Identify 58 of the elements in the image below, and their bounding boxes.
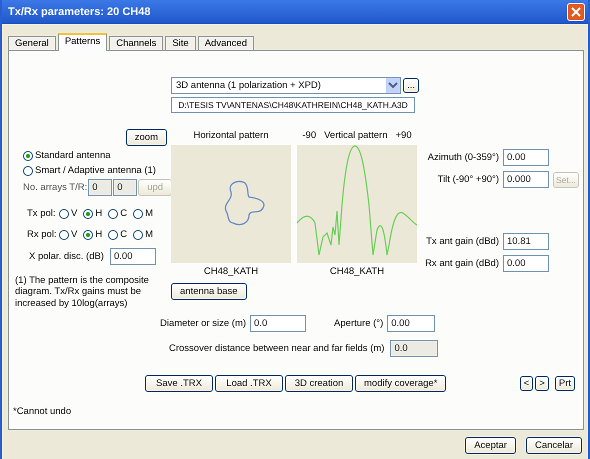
polarization-radio[interactable]: V [59,208,78,219]
nav-button[interactable]: < [520,376,534,392]
action-button[interactable]: modify coverage* [355,375,446,392]
value-field[interactable]: 0.000 [503,171,549,188]
action-button[interactable]: 3D creation [285,375,353,392]
aperture-field[interactable]: 0.00 [387,315,436,332]
antenna-mode-radio[interactable]: Standard antenna [23,150,167,161]
action-button[interactable]: Save .TRX [145,375,213,392]
field-label: Azimuth (0-359°) [426,152,499,163]
x-polar-field[interactable]: 0.00 [110,248,156,265]
field-label: Tx ant gain (dBd) [425,236,499,247]
polarization-radio[interactable]: V [59,229,78,240]
antenna-type-dropdown[interactable]: 3D antenna (1 polarization + XPD) [171,77,402,94]
value-field[interactable]: 0.00 [503,255,549,272]
diameter-label: Diameter or size (m) [160,318,246,330]
tab[interactable]: Advanced [198,36,254,51]
chevron-down-icon [386,78,400,93]
field-label: Tilt (-90° +90°) [436,174,499,185]
polarization-radio[interactable]: C [108,208,128,219]
crossover-label: Crossover distance between near and far fields (m) [169,343,384,354]
nav-button[interactable]: > [535,376,549,392]
polarization-radio[interactable]: M [133,229,154,240]
axis-label: -90 [302,130,316,141]
arrays-label: No. arrays T/R: [23,182,88,193]
tab[interactable]: General [8,36,56,51]
browse-button[interactable]: ... [403,78,419,93]
value-field[interactable]: 10.81 [503,233,549,250]
file-path-field[interactable]: D:\TESIS TV\ANTENAS\CH48\KATHREIN\CH48_KATH.A3D [171,97,415,113]
action-button[interactable]: Load .TRX [215,375,283,392]
plot-caption: CH48_KATH [328,265,386,277]
dialog-button[interactable]: Aceptar [465,437,516,454]
polarization-label: Tx pol: [27,208,53,219]
nav-button[interactable]: Prt [554,376,575,392]
diameter-field[interactable]: 0.0 [250,315,306,332]
polarization-radio[interactable]: C [108,229,128,240]
aperture-label: Aperture (°) [334,318,384,330]
axis-label: +90 [395,130,412,141]
tab[interactable]: Channels [109,36,164,51]
polarization-radio[interactable]: H [83,229,102,240]
plot-title: Vertical pattern [324,130,388,141]
antenna-mode-radio[interactable]: Smart / Adaptive antenna (1) [23,165,167,176]
field-label: Rx ant gain (dBd) [424,258,499,269]
value-field[interactable]: 0.00 [503,149,549,166]
polarization-radio[interactable]: M [133,208,154,219]
note-text: (1) The pattern is the composite diagram. Tx/Rx gains must be increased by 10log(arrays) [15,275,150,310]
window-title: Tx/Rx parameters: 20 CH48 [8,6,150,18]
close-button[interactable] [567,3,585,21]
polarization-radio[interactable]: H [83,208,102,219]
tab[interactable]: Patterns [58,33,108,51]
zoom-button[interactable]: zoom [126,129,167,146]
dialog-button[interactable]: Cancelar [526,437,582,454]
close-icon [571,7,581,17]
x-polar-label: X polar. disc. (dB) [29,251,104,262]
antenna-base-button[interactable]: antenna base [171,283,247,300]
tab[interactable]: Site [165,36,196,51]
plot-caption: CH48_KATH [202,265,260,277]
footnote-text: *Cannot undo [12,405,72,418]
plot-title: Horizontal pattern [192,129,270,141]
